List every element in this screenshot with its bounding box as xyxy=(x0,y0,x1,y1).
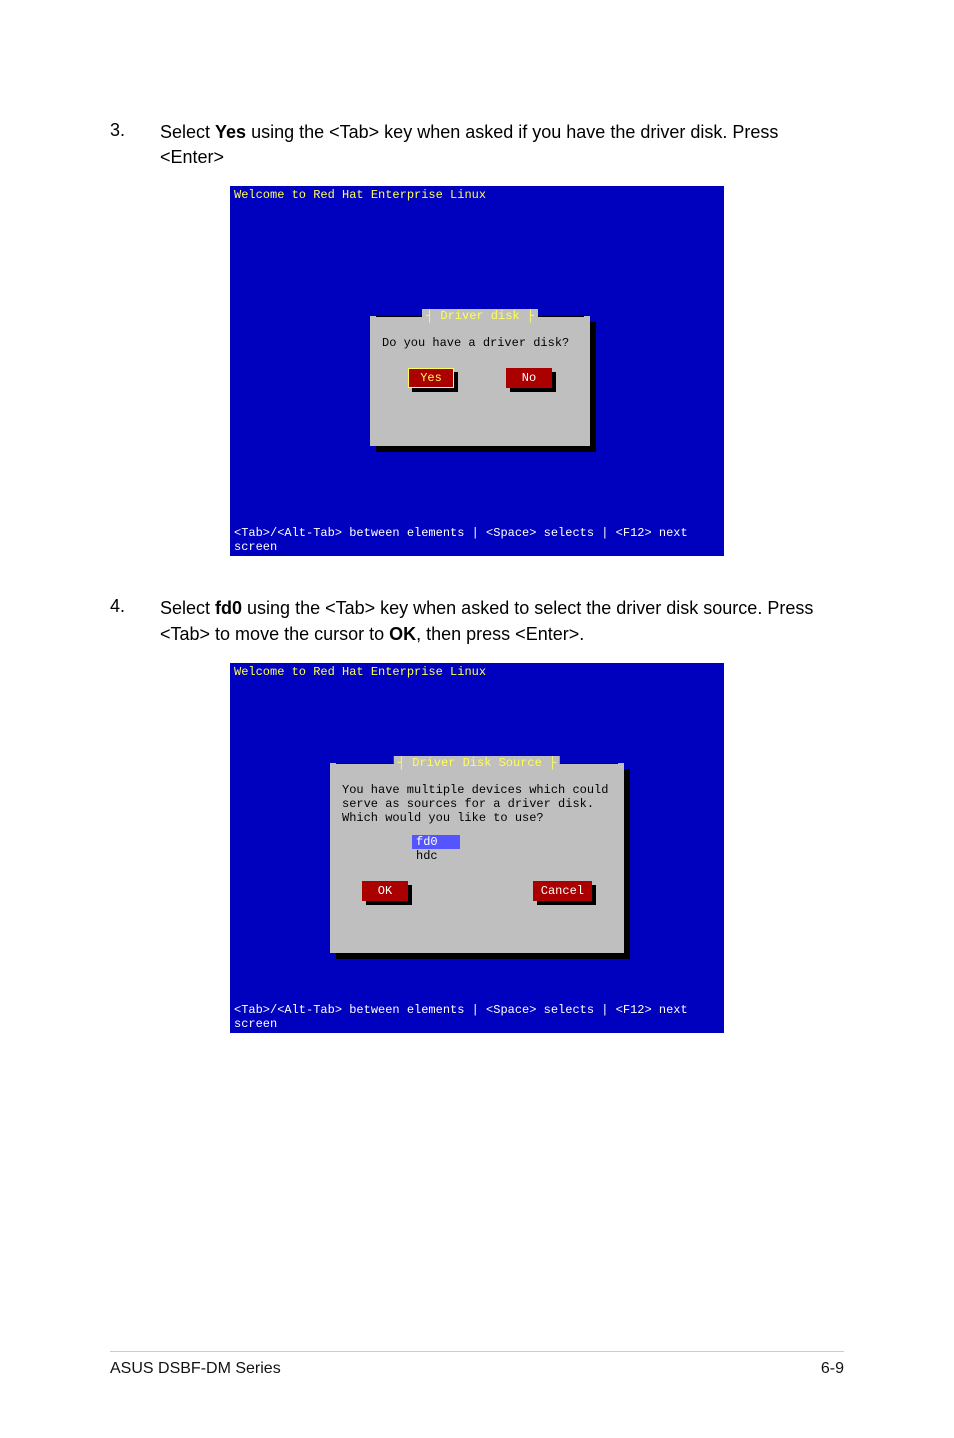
step-4-post: , then press <Enter>. xyxy=(416,624,584,644)
step-3-pre: Select xyxy=(160,122,215,142)
option-fd0[interactable]: fd0 xyxy=(412,835,460,849)
ss1-dialog: ┤ Driver disk ├ Do you have a driver dis… xyxy=(370,316,590,446)
no-button[interactable]: No xyxy=(506,368,552,388)
yes-button[interactable]: Yes xyxy=(408,368,454,388)
ss2-option-list[interactable]: fd0 hdc xyxy=(412,835,612,863)
ss2-footer: <Tab>/<Alt-Tab> between elements | <Spac… xyxy=(234,1003,720,1031)
step-4-bold2: OK xyxy=(389,624,416,644)
step-3-text: Select Yes using the <Tab> key when aske… xyxy=(160,120,844,170)
ss1-header: Welcome to Red Hat Enterprise Linux xyxy=(230,186,724,204)
screenshot-2: Welcome to Red Hat Enterprise Linux ┤ Dr… xyxy=(230,663,724,1033)
ss1-dialog-title: ┤ Driver disk ├ xyxy=(422,309,538,323)
ok-button-label: OK xyxy=(362,881,408,901)
ss2-header: Welcome to Red Hat Enterprise Linux xyxy=(230,663,724,681)
no-button-label: No xyxy=(506,368,552,388)
ss1-dialog-msg: Do you have a driver disk? xyxy=(382,336,578,350)
cancel-button-label: Cancel xyxy=(533,881,592,901)
footer-right: 6-9 xyxy=(821,1360,844,1378)
yes-button-label: Yes xyxy=(408,368,454,388)
cancel-button[interactable]: Cancel xyxy=(533,881,592,901)
ss2-dialog: ┤ Driver Disk Source ├ You have multiple… xyxy=(330,763,624,953)
page-footer: ASUS DSBF-DM Series 6-9 xyxy=(110,1351,844,1378)
step-4: 4. Select fd0 using the <Tab> key when a… xyxy=(110,596,844,646)
screenshot-1: Welcome to Red Hat Enterprise Linux ┤ Dr… xyxy=(230,186,724,556)
step-3-num: 3. xyxy=(110,120,160,170)
footer-left: ASUS DSBF-DM Series xyxy=(110,1360,281,1378)
ok-button[interactable]: OK xyxy=(362,881,408,901)
step-4-text: Select fd0 using the <Tab> key when aske… xyxy=(160,596,844,646)
ss2-dialog-msg: You have multiple devices which could se… xyxy=(342,783,612,825)
step-4-num: 4. xyxy=(110,596,160,646)
step-4-pre: Select xyxy=(160,598,215,618)
step-3: 3. Select Yes using the <Tab> key when a… xyxy=(110,120,844,170)
ss1-footer: <Tab>/<Alt-Tab> between elements | <Spac… xyxy=(234,526,720,554)
option-hdc[interactable]: hdc xyxy=(412,849,442,863)
step-3-post: using the <Tab> key when asked if you ha… xyxy=(160,122,778,167)
step-3-bold: Yes xyxy=(215,122,246,142)
ss2-dialog-title: ┤ Driver Disk Source ├ xyxy=(394,756,560,770)
step-4-bold1: fd0 xyxy=(215,598,242,618)
